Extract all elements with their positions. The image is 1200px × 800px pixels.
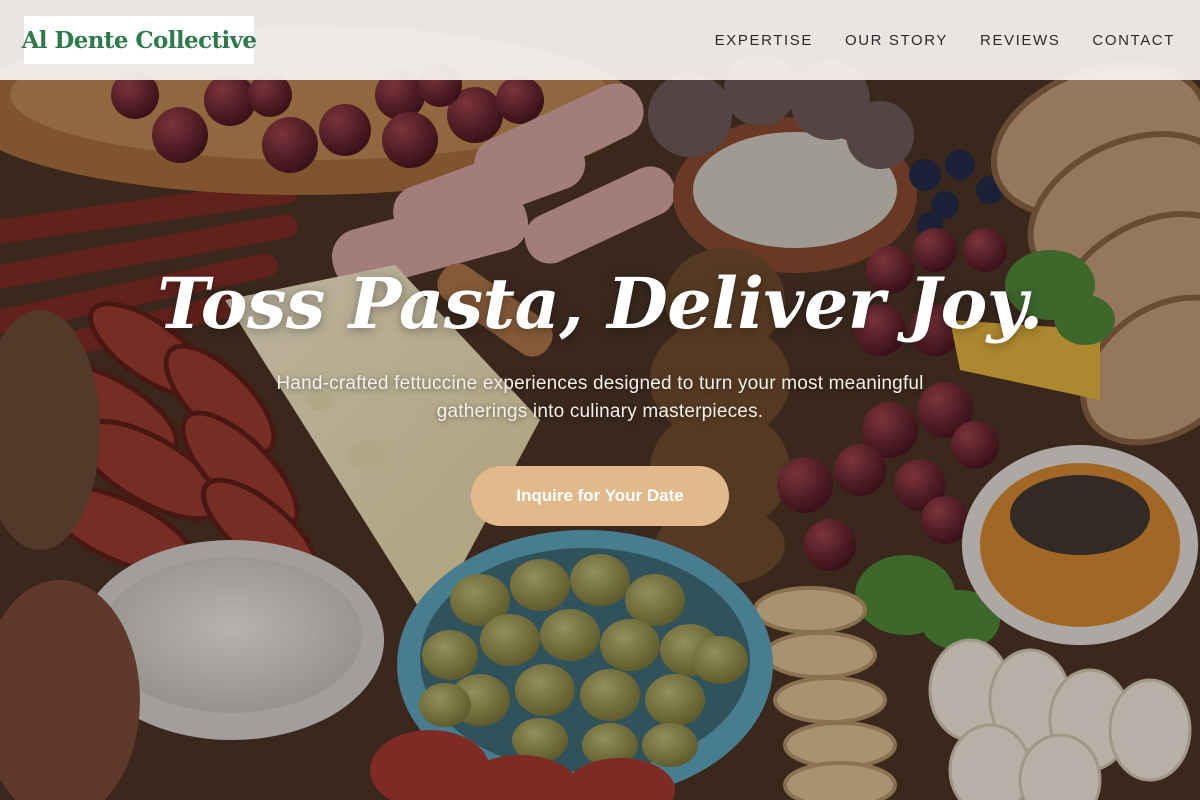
brand-logo[interactable]: Al Dente Collective — [21, 16, 257, 64]
inquire-button[interactable]: Inquire for Your Date — [471, 466, 729, 526]
hero-subtitle: Hand-crafted fettuccine experiences desi… — [276, 373, 924, 422]
nav-link-expertise[interactable]: EXPERTISE — [715, 32, 813, 49]
nav-link-reviews[interactable]: REVIEWS — [980, 32, 1060, 49]
top-navbar: Al Dente Collective EXPERTISE OUR STORY … — [0, 0, 1200, 80]
nav-link-contact[interactable]: CONTACT — [1092, 32, 1175, 49]
hero-headline: Toss Pasta, Deliver Joy. — [157, 262, 1043, 345]
main-menu: EXPERTISE OUR STORY REVIEWS CONTACT — [715, 32, 1176, 49]
brand-name: Al Dente Collective — [21, 26, 257, 54]
hero-section: Toss Pasta, Deliver Joy. Hand-crafted fe… — [0, 0, 1200, 800]
nav-link-our-story[interactable]: OUR STORY — [845, 32, 948, 49]
